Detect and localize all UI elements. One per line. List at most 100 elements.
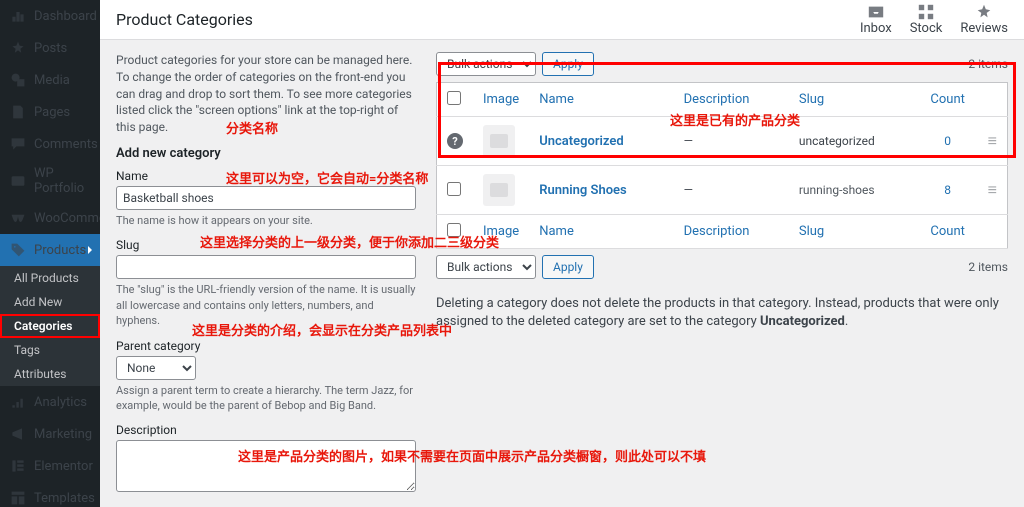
star-icon (975, 3, 993, 21)
select-all-checkbox[interactable] (447, 91, 461, 105)
col-desc[interactable]: Description (684, 224, 750, 239)
nav-label: WooCommerce (34, 211, 100, 226)
note-strong: Uncategorized (760, 314, 845, 329)
nav-products-submenu: All Products Add New Categories Tags Att… (0, 266, 100, 386)
nav-label: Dashboard (34, 9, 97, 24)
slug-help: The "slug" is the URL-friendly version o… (116, 282, 416, 328)
subnav-categories[interactable]: Categories (0, 314, 100, 338)
subnav-add-new[interactable]: Add New (0, 290, 100, 314)
name-input[interactable] (116, 186, 416, 210)
categories-table-area: Bulk actions Apply 2 items Image Name De… (436, 52, 1008, 495)
image-placeholder (483, 125, 515, 157)
portfolio-icon (8, 171, 28, 191)
col-name[interactable]: Name (539, 224, 574, 239)
slug-label: Slug (116, 238, 416, 252)
templates-icon (8, 488, 28, 507)
top-icons: Inbox Stock Reviews (860, 3, 1008, 36)
main-area: Product Categories Inbox Stock Reviews P… (100, 0, 1024, 507)
cell-slug: running-shoes (789, 166, 918, 215)
page-title: Product Categories (116, 10, 253, 29)
nav-comments[interactable]: Comments (0, 128, 100, 160)
apply-button-bottom[interactable]: Apply (542, 255, 594, 279)
reviews-button[interactable]: Reviews (960, 3, 1008, 36)
bulk-actions-select-bottom[interactable]: Bulk actions (436, 255, 536, 279)
delete-note: Deleting a category does not delete the … (436, 295, 1008, 331)
name-label: Name (116, 169, 416, 183)
row-checkbox[interactable] (447, 182, 461, 196)
category-link[interactable]: Running Shoes (539, 183, 627, 198)
cell-count[interactable]: 0 (918, 117, 978, 166)
nav-products[interactable]: Products (0, 234, 100, 266)
parent-label: Parent category (116, 339, 416, 353)
subnav-tags[interactable]: Tags (0, 338, 100, 362)
note-text: Deleting a category does not delete the … (436, 296, 999, 329)
nav-templates[interactable]: Templates (0, 482, 100, 507)
cell-count[interactable]: 8 (918, 166, 978, 215)
col-count[interactable]: Count (930, 224, 964, 239)
slug-input[interactable] (116, 255, 416, 279)
nav-label: Comments (34, 137, 98, 152)
col-image[interactable]: Image (483, 92, 519, 107)
table-row: Running Shoes — running-shoes 8 ≡ (437, 166, 1008, 215)
elementor-icon (8, 456, 28, 476)
inbox-icon (867, 3, 885, 21)
nav-label: Analytics (34, 395, 87, 410)
nav-label: Media (34, 73, 70, 88)
col-count[interactable]: Count (930, 92, 964, 107)
bulk-actions-select[interactable]: Bulk actions (436, 52, 536, 76)
select-all-checkbox-bottom[interactable] (447, 223, 461, 237)
nav-woocommerce[interactable]: WooCommerce (0, 202, 100, 234)
form-heading: Add new category (116, 146, 416, 161)
marketing-icon (8, 424, 28, 444)
categories-table: Image Name Description Slug Count ? Unca… (436, 82, 1008, 249)
admin-sidebar: Dashboard Posts Media Pages Comments WP … (0, 0, 100, 507)
desc-label: Description (116, 423, 416, 437)
col-name[interactable]: Name (539, 92, 574, 107)
nav-label: Products (34, 243, 86, 258)
nav-media[interactable]: Media (0, 64, 100, 96)
nav-elementor[interactable]: Elementor (0, 450, 100, 482)
woo-icon (8, 208, 28, 228)
nav-posts[interactable]: Posts (0, 32, 100, 64)
category-link[interactable]: Uncategorized (539, 134, 624, 149)
dashboard-icon (8, 6, 28, 26)
col-slug[interactable]: Slug (799, 92, 824, 107)
stock-icon (917, 3, 935, 21)
comment-icon (8, 134, 28, 154)
cell-desc: — (674, 166, 789, 215)
parent-help: Assign a parent term to create a hierarc… (116, 383, 416, 414)
top-bar: Product Categories Inbox Stock Reviews (100, 0, 1024, 40)
note-text: . (845, 314, 848, 329)
nav-label: Templates (34, 491, 95, 506)
nav-pages[interactable]: Pages (0, 96, 100, 128)
nav-label: WP Portfolio (34, 166, 92, 196)
parent-select[interactable]: None (116, 356, 196, 380)
drag-handle[interactable]: ≡ (988, 131, 997, 150)
cell-desc: — (674, 117, 789, 166)
inbox-button[interactable]: Inbox (860, 3, 892, 36)
pin-icon (8, 38, 28, 58)
col-image[interactable]: Image (483, 224, 519, 239)
cell-slug: uncategorized (789, 117, 918, 166)
desc-textarea[interactable] (116, 440, 416, 492)
items-count: 2 items (968, 57, 1008, 71)
analytics-icon (8, 392, 28, 412)
table-row: ? Uncategorized — uncategorized 0 ≡ (437, 117, 1008, 166)
nav-marketing[interactable]: Marketing (0, 418, 100, 450)
items-count-bottom: 2 items (968, 260, 1008, 274)
drag-handle[interactable]: ≡ (988, 180, 997, 199)
nav-wp-portfolio[interactable]: WP Portfolio (0, 160, 100, 202)
nav-label: Pages (34, 105, 70, 120)
stock-button[interactable]: Stock (910, 3, 943, 36)
nav-dashboard[interactable]: Dashboard (0, 0, 100, 32)
name-help: The name is how it appears on your site. (116, 213, 416, 228)
col-desc[interactable]: Description (684, 92, 750, 107)
nav-analytics[interactable]: Analytics (0, 386, 100, 418)
add-category-form: Product categories for your store can be… (116, 52, 416, 495)
nav-label: Posts (34, 41, 67, 56)
info-icon[interactable]: ? (447, 133, 463, 149)
subnav-attributes[interactable]: Attributes (0, 362, 100, 386)
subnav-all-products[interactable]: All Products (0, 266, 100, 290)
apply-button[interactable]: Apply (542, 52, 594, 76)
col-slug[interactable]: Slug (799, 224, 824, 239)
